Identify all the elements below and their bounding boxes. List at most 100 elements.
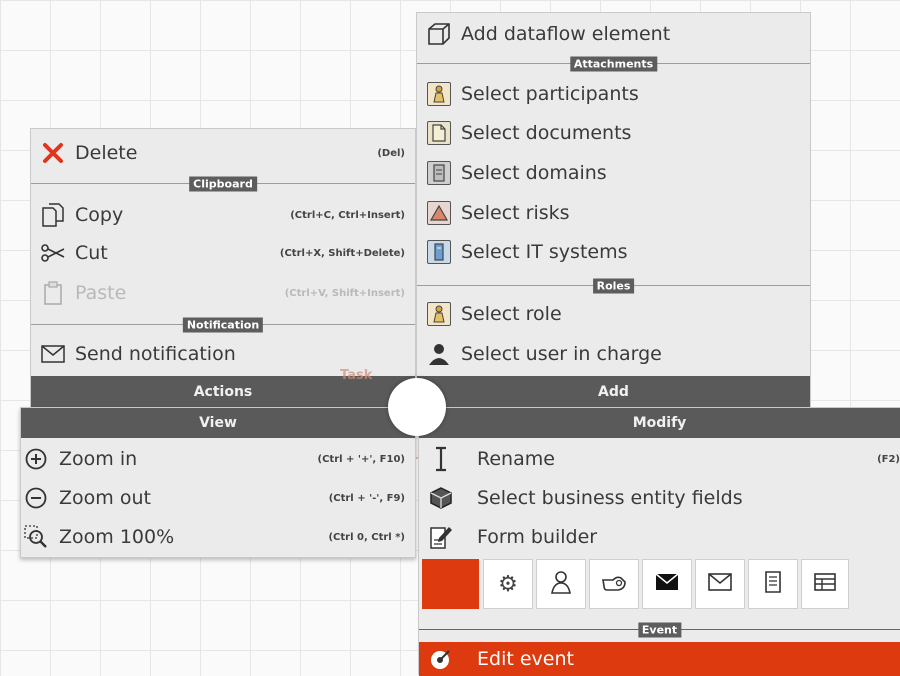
script-icon	[763, 570, 783, 598]
menu-item-select-business-entity-fields[interactable]: Select business entity fields	[419, 479, 900, 517]
zoom-100-icon	[21, 525, 51, 549]
cube-icon	[417, 21, 461, 47]
shortcut-label: (Ctrl+V, Shift+Insert)	[284, 287, 405, 299]
menu-item-select-risks[interactable]: Select risks	[417, 194, 810, 232]
shortcut-label: (Ctrl+C, Ctrl+Insert)	[290, 209, 405, 221]
event-icon	[419, 647, 463, 671]
zoom-in-icon	[21, 448, 51, 470]
menu-item-select-documents[interactable]: Select documents	[417, 114, 810, 152]
menu-item-form-builder[interactable]: Form builder	[419, 518, 900, 556]
menu-item-delete[interactable]: Delete (Del)	[31, 134, 415, 172]
menu-item-label: Delete	[75, 142, 138, 164]
toolbar-user-button[interactable]	[536, 559, 586, 609]
user-icon	[550, 570, 572, 598]
toolbar-envelope-button[interactable]	[695, 559, 745, 609]
menu-item-zoom-out[interactable]: Zoom out (Ctrl + '-', F9)	[21, 479, 415, 517]
gear-icon: ⚙	[498, 571, 518, 597]
menu-item-select-user-in-charge[interactable]: Select user in charge	[417, 335, 810, 373]
it-system-icon	[417, 240, 461, 264]
attachments-separator: Attachments	[417, 56, 810, 72]
user-in-charge-icon	[417, 342, 461, 366]
event-separator: Event	[419, 622, 900, 638]
menu-item-copy[interactable]: Copy (Ctrl+C, Ctrl+Insert)	[31, 196, 415, 234]
clipboard-icon	[31, 281, 75, 305]
shortcut-label: (Ctrl + '-', F9)	[328, 492, 405, 504]
domain-icon	[417, 161, 461, 185]
envelope-icon	[708, 573, 732, 595]
shortcut-label: (Ctrl 0, Ctrl *)	[328, 531, 405, 543]
menu-item-paste[interactable]: Paste (Ctrl+V, Shift+Insert)	[31, 274, 415, 312]
menu-item-label: Select participants	[461, 83, 639, 105]
table-icon	[814, 573, 836, 595]
toolbar-script-button[interactable]	[748, 559, 798, 609]
menu-item-label: Paste	[75, 282, 127, 304]
task-label: Task	[340, 368, 373, 383]
menu-item-select-it-systems[interactable]: Select IT systems	[417, 233, 810, 271]
menu-item-label: Rename	[477, 448, 555, 470]
toolbar-envelope-filled-button[interactable]	[642, 559, 692, 609]
menu-item-label: Add dataflow element	[461, 23, 671, 45]
shortcut-label: (Ctrl+X, Shift+Delete)	[279, 247, 405, 259]
view-menu-header: View	[21, 408, 415, 438]
menu-hub-circle[interactable]	[388, 378, 446, 436]
shortcut-label: (Del)	[377, 147, 405, 159]
hand-icon	[601, 572, 627, 596]
menu-item-label: Select documents	[461, 122, 632, 144]
color-swatch[interactable]	[422, 559, 479, 609]
menu-item-select-domains[interactable]: Select domains	[417, 154, 810, 192]
roles-separator: Roles	[417, 278, 810, 294]
envelope-icon	[31, 345, 75, 363]
risk-icon	[417, 201, 461, 225]
menu-item-label: Select user in charge	[461, 343, 662, 365]
menu-item-select-participants[interactable]: Select participants	[417, 75, 810, 113]
add-menu: Add dataflow element Attachments Select …	[416, 12, 811, 407]
notification-separator: Notification	[31, 317, 415, 333]
menu-item-label: Select business entity fields	[477, 487, 743, 509]
menu-item-label: Zoom out	[59, 487, 151, 509]
menu-item-zoom-100[interactable]: Zoom 100% (Ctrl 0, Ctrl *)	[21, 518, 415, 556]
add-menu-footer: Add	[417, 376, 810, 407]
menu-item-label: Copy	[75, 204, 124, 226]
attachments-label: Attachments	[569, 56, 658, 72]
menu-item-label: Form builder	[477, 526, 598, 548]
menu-item-edit-event[interactable]: Edit event	[419, 642, 900, 676]
notification-label: Notification	[182, 317, 264, 333]
menu-item-label: Select domains	[461, 162, 607, 184]
text-cursor-icon	[419, 446, 463, 472]
menu-item-cut[interactable]: Cut (Ctrl+X, Shift+Delete)	[31, 234, 415, 272]
menu-item-label: Cut	[75, 242, 108, 264]
actions-menu: Delete (Del) Clipboard Copy (Ctrl+C, Ctr…	[30, 128, 416, 407]
delete-icon	[31, 142, 75, 164]
envelope-filled-icon	[655, 573, 679, 595]
form-edit-icon	[419, 524, 463, 550]
role-icon	[417, 302, 461, 326]
modify-menu-header: Modify	[419, 408, 900, 438]
menu-item-label: Select risks	[461, 202, 570, 224]
zoom-out-icon	[21, 487, 51, 509]
menu-item-label: Zoom in	[59, 448, 138, 470]
toolbar-hand-button[interactable]	[589, 559, 639, 609]
roles-label: Roles	[592, 278, 635, 294]
menu-item-add-dataflow-element[interactable]: Add dataflow element	[417, 15, 810, 53]
menu-item-rename[interactable]: Rename (F2)	[419, 440, 900, 478]
menu-item-label: Select role	[461, 303, 562, 325]
participant-icon	[417, 82, 461, 106]
copy-icon	[31, 202, 75, 228]
menu-item-label: Edit event	[477, 648, 574, 670]
entity-cube-icon	[419, 486, 463, 510]
modify-menu: Modify Rename (F2) Select business entit…	[418, 407, 900, 676]
shortcut-label: (Ctrl + '+', F10)	[317, 453, 406, 465]
toolbar-table-button[interactable]	[801, 559, 849, 609]
menu-item-zoom-in[interactable]: Zoom in (Ctrl + '+', F10)	[21, 440, 415, 478]
menu-item-select-role[interactable]: Select role	[417, 295, 810, 333]
toolbar-gear-button[interactable]: ⚙	[483, 559, 533, 609]
shortcut-label: (F2)	[877, 453, 900, 465]
menu-item-label: Zoom 100%	[59, 526, 175, 548]
menu-item-label: Select IT systems	[461, 241, 628, 263]
modify-toolbar: ⚙	[419, 559, 900, 609]
scissors-icon	[31, 242, 75, 264]
event-label: Event	[637, 622, 682, 638]
clipboard-label: Clipboard	[189, 176, 257, 192]
document-icon	[417, 121, 461, 145]
menu-item-label: Send notification	[75, 343, 236, 365]
